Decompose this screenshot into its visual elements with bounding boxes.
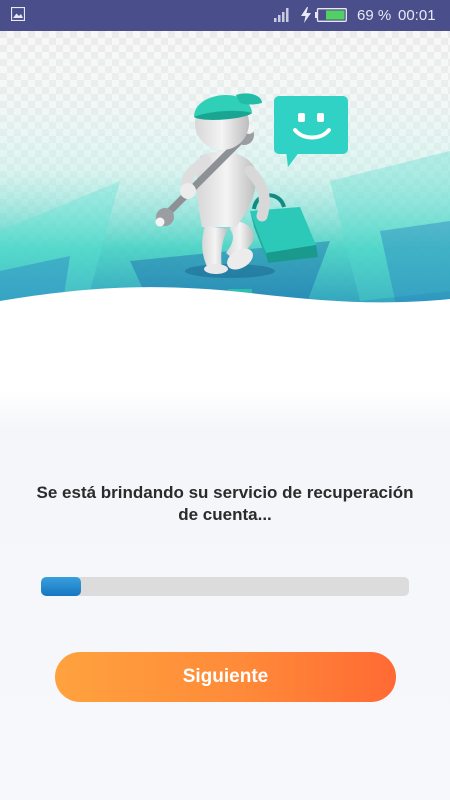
signal-icon xyxy=(274,8,289,22)
screen: 69 % 00:01 Se está brindando su servicio… xyxy=(0,0,450,800)
battery-percentage: 69 % xyxy=(357,7,392,24)
next-button[interactable]: Siguiente xyxy=(55,652,396,702)
charging-icon xyxy=(301,7,311,23)
progress-bar xyxy=(41,577,409,596)
progress-fill xyxy=(41,577,82,596)
recovery-status-message: Se está brindando su servicio de recuper… xyxy=(36,483,414,524)
gallery-icon xyxy=(11,7,25,21)
battery-icon xyxy=(315,8,347,22)
status-bar: 69 % 00:01 xyxy=(0,0,450,31)
hero-illustration xyxy=(0,31,450,341)
clock: 00:01 xyxy=(398,7,436,24)
